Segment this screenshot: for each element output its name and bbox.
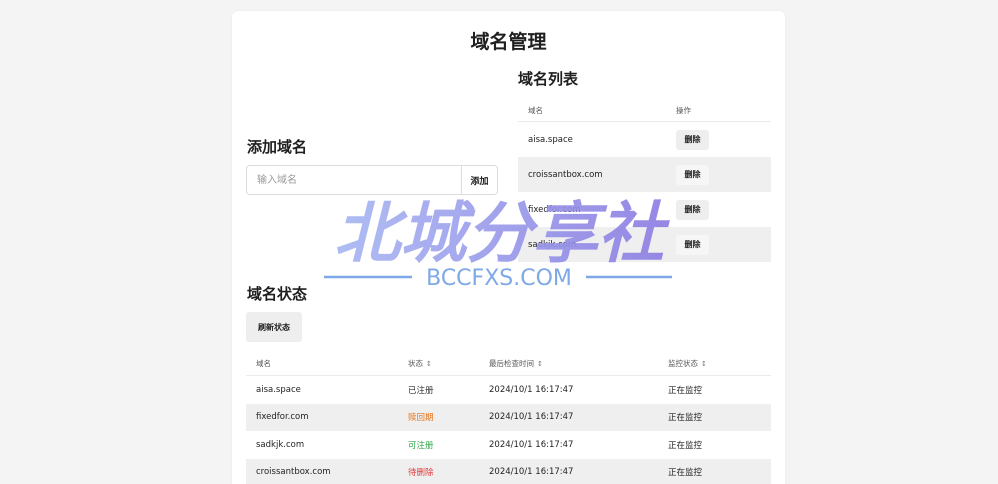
row-domain: sadkjk.com: [256, 439, 305, 450]
refresh-status-button[interactable]: 刷新状态: [246, 312, 302, 342]
header-status[interactable]: 状态 ↕: [408, 358, 489, 369]
header-last-checked[interactable]: 最后检查时间 ↕: [489, 358, 668, 369]
table-row: croissantbox.com 待删除 2024/10/1 16:17:47 …: [246, 458, 771, 484]
delete-button[interactable]: 删除: [676, 164, 709, 185]
header-monitor[interactable]: 监控状态 ↕: [668, 358, 771, 369]
delete-button[interactable]: 删除: [676, 199, 709, 220]
status-badge: 待删除: [408, 468, 434, 479]
row-domain: fixedfor.com: [528, 204, 581, 215]
table-row: fixedfor.com 删除: [518, 192, 771, 227]
status-badge: 已注册: [408, 385, 434, 396]
row-last-checked: 2024/10/1 16:17:47: [489, 384, 574, 395]
header-domain: 域名: [528, 106, 543, 115]
header-domain: 域名: [256, 358, 271, 368]
status-badge: 可注册: [408, 440, 434, 451]
table-header: 域名 状态 ↕ 最后检查时间 ↕ 监控状态 ↕: [246, 351, 771, 376]
row-domain: aisa.space: [256, 384, 301, 395]
add-domain-title: 添加域名: [247, 138, 308, 156]
main-card: 域名管理 添加域名 添加 域名列表 域名 操作 aisa.space 删除 cr…: [232, 11, 785, 484]
table-row: croissantbox.com 删除: [518, 157, 771, 192]
row-monitor: 正在监控: [668, 468, 703, 479]
page-title: 域名管理: [470, 31, 547, 53]
row-last-checked: 2024/10/1 16:17:47: [489, 412, 574, 423]
status-badge: 赎回期: [408, 413, 434, 424]
table-header: 域名 操作: [518, 100, 771, 122]
row-domain: croissantbox.com: [528, 169, 603, 180]
domain-input[interactable]: [246, 165, 462, 195]
table-row: sadkjk.com 删除: [518, 227, 771, 262]
row-monitor: 正在监控: [668, 440, 703, 451]
domain-list-table: 域名 操作 aisa.space 删除 croissantbox.com 删除 …: [518, 100, 771, 262]
domain-status-table: 域名 状态 ↕ 最后检查时间 ↕ 监控状态 ↕ aisa.space 已注册 2024…: [246, 351, 771, 484]
domain-list-title: 域名列表: [518, 70, 579, 88]
domain-status-title: 域名状态: [247, 285, 308, 303]
sort-icon[interactable]: ↕: [426, 360, 432, 368]
table-row: fixedfor.com 赎回期 2024/10/1 16:17:47 正在监控: [246, 403, 771, 431]
table-row: sadkjk.com 可注册 2024/10/1 16:17:47 正在监控: [246, 431, 771, 459]
row-domain: sadkjk.com: [528, 239, 577, 250]
row-domain: fixedfor.com: [256, 412, 309, 423]
sort-icon[interactable]: ↕: [701, 360, 707, 368]
add-domain-button[interactable]: 添加: [461, 165, 498, 195]
sort-icon[interactable]: ↕: [537, 360, 543, 368]
row-monitor: 正在监控: [668, 413, 703, 424]
table-row: aisa.space 删除: [518, 122, 771, 157]
row-last-checked: 2024/10/1 16:17:47: [489, 439, 574, 450]
delete-button[interactable]: 删除: [676, 129, 709, 150]
row-domain: croissantbox.com: [256, 467, 331, 478]
row-domain: aisa.space: [528, 134, 573, 145]
delete-button[interactable]: 删除: [676, 234, 709, 255]
table-row: aisa.space 已注册 2024/10/1 16:17:47 正在监控: [246, 376, 771, 404]
header-action: 操作: [676, 106, 691, 115]
row-last-checked: 2024/10/1 16:17:47: [489, 467, 574, 478]
row-monitor: 正在监控: [668, 385, 703, 396]
